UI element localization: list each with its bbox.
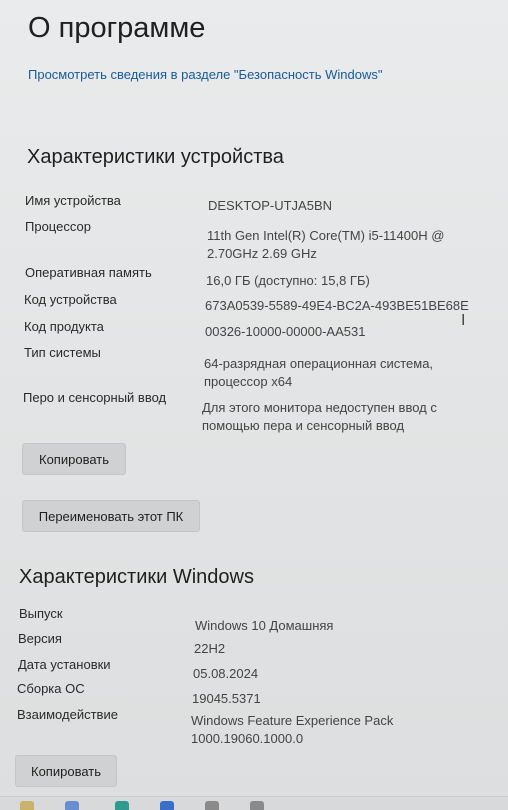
store-icon[interactable]	[160, 801, 174, 810]
ram-value: 16,0 ГБ (доступно: 15,8 ГБ)	[206, 273, 370, 288]
product-id-label: Код продукта	[24, 319, 104, 334]
processor-value: 11th Gen Intel(R) Core(TM) i5-11400H @ 2…	[207, 228, 445, 261]
widget-icon[interactable]	[65, 801, 79, 810]
taskbar	[0, 796, 508, 810]
windows-specs-title: Характеристики Windows	[19, 566, 254, 588]
app-icon[interactable]	[250, 801, 264, 810]
about-page: О программе Просмотреть сведения в разде…	[0, 0, 508, 810]
pen-touch-value: Для этого монитора недоступен ввод с пом…	[202, 400, 437, 433]
edge-icon[interactable]	[115, 801, 129, 810]
copy-windows-specs-button[interactable]: Копировать	[15, 755, 117, 787]
install-date-value: 05.08.2024	[193, 666, 259, 681]
text-cursor-icon: I	[461, 312, 466, 329]
page-title: О программе	[28, 12, 206, 44]
install-date-label: Дата установки	[18, 657, 111, 672]
file-explorer-icon[interactable]	[20, 801, 34, 810]
rename-pc-button[interactable]: Переименовать этот ПК	[22, 500, 200, 532]
experience-value: Windows Feature Experience Pack 1000.190…	[191, 713, 394, 746]
pen-touch-label: Перо и сенсорный ввод	[23, 390, 167, 405]
os-build-label: Сборка ОС	[17, 681, 85, 696]
experience-label: Взаимодействие	[17, 707, 118, 722]
version-label: Версия	[18, 631, 62, 646]
ram-label: Оперативная память	[25, 265, 152, 280]
device-specs-title: Характеристики устройства	[27, 146, 284, 168]
edition-label: Выпуск	[19, 606, 63, 621]
processor-label: Процессор	[25, 219, 91, 234]
edition-value: Windows 10 Домашняя	[195, 618, 334, 633]
system-type-label: Тип системы	[24, 345, 101, 360]
device-id-value: 673A0539-5589-49E4-BC2A-493BE51BE68E	[205, 298, 469, 313]
app-icon[interactable]	[205, 801, 219, 810]
product-id-value: 00326-10000-00000-AA531	[205, 324, 366, 339]
device-name-value: DESKTOP-UTJA5BN	[208, 198, 333, 213]
os-build-value: 19045.5371	[192, 691, 261, 706]
windows-security-link[interactable]: Просмотреть сведения в разделе "Безопасн…	[28, 66, 388, 84]
device-name-label: Имя устройства	[25, 193, 121, 208]
system-type-value: 64-разрядная операционная система, проце…	[204, 356, 434, 389]
device-id-label: Код устройства	[24, 292, 117, 307]
version-value: 22H2	[194, 641, 226, 656]
copy-device-specs-button[interactable]: Копировать	[22, 443, 126, 475]
